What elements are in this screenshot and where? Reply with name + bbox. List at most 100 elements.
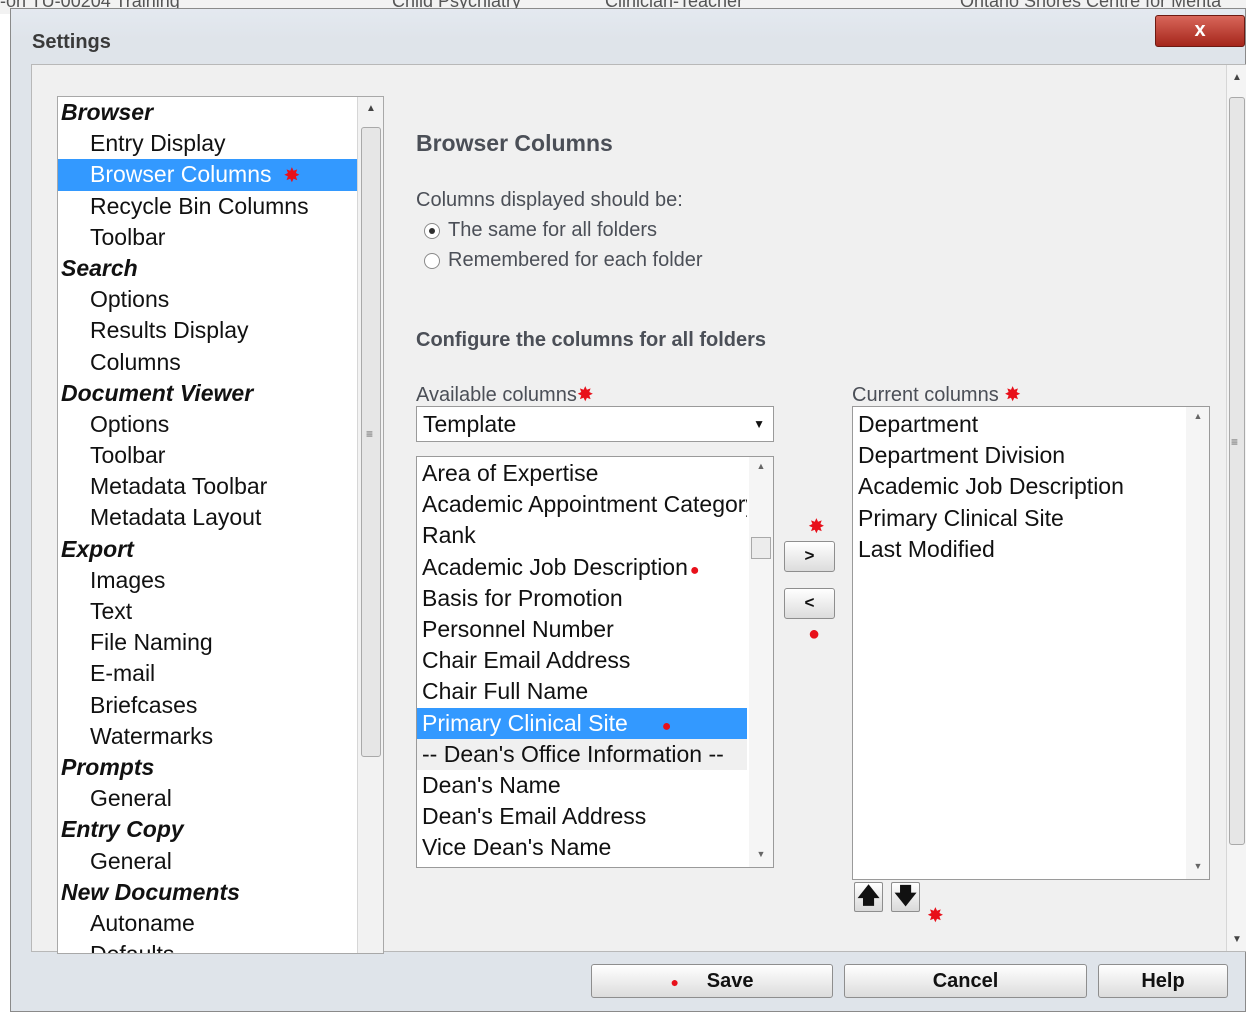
nav-item-label: Browser Columns <box>90 161 272 188</box>
nav-item[interactable]: Defaults <box>58 939 358 953</box>
nav-item[interactable]: Options <box>58 409 358 440</box>
dialog-scroll-thumb[interactable] <box>1229 97 1245 845</box>
nav-item-label: Toolbar <box>90 442 166 469</box>
available-column-item[interactable]: Rank <box>417 520 747 551</box>
available-column-label: -- Dean's Office Information -- <box>422 740 724 767</box>
available-scrollbar[interactable]: ▲ ▼ <box>749 457 773 867</box>
current-column-item[interactable]: Department <box>853 409 1183 440</box>
template-select-value: Template <box>423 411 517 437</box>
available-column-label: Area of Expertise <box>422 460 599 486</box>
nav-item-label: Watermarks <box>90 722 214 749</box>
template-select[interactable]: Template ▼ <box>416 406 774 442</box>
nav-item-label: General <box>90 785 172 812</box>
nav-scroll-thumb[interactable] <box>361 127 381 757</box>
available-column-item[interactable]: Primary Clinical Site ● <box>417 707 747 739</box>
save-button[interactable]: ● Save <box>591 964 833 998</box>
radio-off-icon[interactable] <box>424 252 440 269</box>
grip-icon: ≡ <box>1231 435 1239 449</box>
radio-on-icon[interactable] <box>424 222 440 239</box>
annotation-marker-icon: ✸ <box>1004 384 1022 406</box>
nav-item[interactable]: Briefcases <box>58 690 358 721</box>
nav-item[interactable]: Autoname <box>58 908 358 939</box>
nav-item[interactable]: Images <box>58 565 358 596</box>
available-column-item[interactable]: Basis for Promotion <box>417 583 747 614</box>
scroll-down-icon[interactable]: ▼ <box>749 849 773 859</box>
remove-column-button[interactable]: < <box>784 588 835 619</box>
scroll-up-icon[interactable]: ▲ <box>749 461 773 471</box>
nav-item[interactable]: Recycle Bin Columns <box>58 191 358 222</box>
current-column-item[interactable]: Department Division <box>853 440 1183 471</box>
annotation-marker-icon: ✸ <box>283 165 301 188</box>
available-column-label: Basis for Promotion <box>422 584 623 611</box>
nav-scrollbar[interactable]: ▲ ≡ <box>357 97 383 953</box>
current-scrollbar[interactable]: ▲ ▼ <box>1186 407 1209 879</box>
nav-item[interactable]: Toolbar <box>58 222 358 253</box>
scroll-up-icon[interactable]: ▲ <box>1227 67 1246 89</box>
available-column-label: Vice Dean's Name <box>422 834 612 861</box>
nav-section-header: Browser <box>58 97 358 128</box>
available-columns-label: Available columns✸ <box>416 382 594 407</box>
available-column-item[interactable]: Dean's Email Address <box>417 801 747 832</box>
available-column-item[interactable]: Area of Expertise <box>417 458 747 489</box>
columns-prompt: Columns displayed should be: <box>416 189 683 211</box>
cancel-button[interactable]: Cancel <box>844 964 1087 998</box>
current-column-item[interactable]: Academic Job Description <box>853 471 1183 502</box>
available-column-label: Dean's Email Address <box>422 803 647 830</box>
nav-item-label: Options <box>90 286 170 313</box>
nav-item[interactable]: File Naming <box>58 627 358 658</box>
nav-item-label: Browser <box>61 99 154 125</box>
move-up-button[interactable]: 🡅 <box>854 882 883 912</box>
annotation-marker-icon: ✸ <box>808 516 825 538</box>
nav-item-label: Metadata Toolbar <box>90 473 268 500</box>
available-column-item[interactable]: Dean's Name <box>417 770 747 801</box>
nav-item[interactable]: Watermarks <box>58 721 358 752</box>
nav-item-label: Options <box>90 410 170 437</box>
nav-item[interactable]: Results Display <box>58 315 358 346</box>
available-scroll-thumb[interactable] <box>751 537 771 559</box>
available-column-item[interactable]: Academic Job Description ● <box>417 552 747 583</box>
nav-item[interactable]: Options <box>58 284 358 315</box>
current-columns-list[interactable]: Department Department Division Academic Jo… <box>852 406 1210 880</box>
available-column-item[interactable]: Vice Dean's Name <box>417 832 747 863</box>
scroll-down-icon[interactable]: ▼ <box>1186 861 1209 871</box>
available-column-item[interactable]: Chair Email Address <box>417 645 747 676</box>
nav-item[interactable]: General <box>58 846 358 877</box>
current-column-item[interactable]: Primary Clinical Site <box>853 503 1183 534</box>
nav-item[interactable]: Text <box>58 596 358 627</box>
dropdown-arrow-icon[interactable]: ▼ <box>753 407 765 441</box>
available-column-item[interactable]: -- Dean's Office Information -- <box>417 738 747 770</box>
available-column-label: Personnel Number <box>422 615 614 642</box>
nav-item[interactable]: Columns <box>58 347 358 378</box>
nav-item-label: Recycle Bin Columns <box>90 192 309 219</box>
close-button[interactable]: x <box>1155 15 1245 47</box>
available-column-item[interactable]: Academic Appointment Category <box>417 489 747 520</box>
move-down-button[interactable]: 🡇 <box>891 882 920 912</box>
help-button[interactable]: Help <box>1098 964 1228 998</box>
scroll-down-icon[interactable]: ▼ <box>1227 929 1246 951</box>
nav-item[interactable]: Metadata Toolbar <box>58 471 358 502</box>
nav-item-label: Autoname <box>90 909 195 936</box>
nav-item-label: Images <box>90 566 166 593</box>
nav-item[interactable]: Entry Display <box>58 128 358 159</box>
radio-same-for-all[interactable]: The same for all folders <box>424 219 657 242</box>
current-column-item[interactable]: Last Modified <box>853 534 1183 565</box>
nav-item[interactable]: Browser Columns ✸ <box>58 159 358 191</box>
nav-item-label: Export <box>61 535 134 562</box>
scroll-up-icon[interactable]: ▲ <box>1186 411 1209 421</box>
scroll-up-icon[interactable]: ▲ <box>358 99 383 119</box>
nav-item-label: Metadata Layout <box>90 504 262 531</box>
available-column-item[interactable]: Chair Full Name <box>417 676 747 707</box>
dialog-scrollbar[interactable]: ▲ ≡ ▼ <box>1226 65 1246 951</box>
settings-dialog: Settings x Browser Entry Display Browser C… <box>10 8 1246 1012</box>
nav-item[interactable]: Metadata Layout <box>58 502 358 533</box>
available-columns-list[interactable]: Area of Expertise Academic Appointment Ca… <box>416 456 774 868</box>
radio-remembered-each[interactable]: Remembered for each folder <box>424 249 703 272</box>
annotation-marker-icon: ● <box>808 623 821 645</box>
add-column-button[interactable]: > <box>784 541 835 572</box>
nav-item[interactable]: Toolbar <box>58 440 358 471</box>
nav-item[interactable]: General <box>58 783 358 814</box>
available-column-item[interactable]: Personnel Number <box>417 614 747 645</box>
nav-item-label: Search <box>61 254 138 281</box>
nav-item[interactable]: E-mail <box>58 658 358 689</box>
nav-item-label: Entry Display <box>90 130 226 157</box>
